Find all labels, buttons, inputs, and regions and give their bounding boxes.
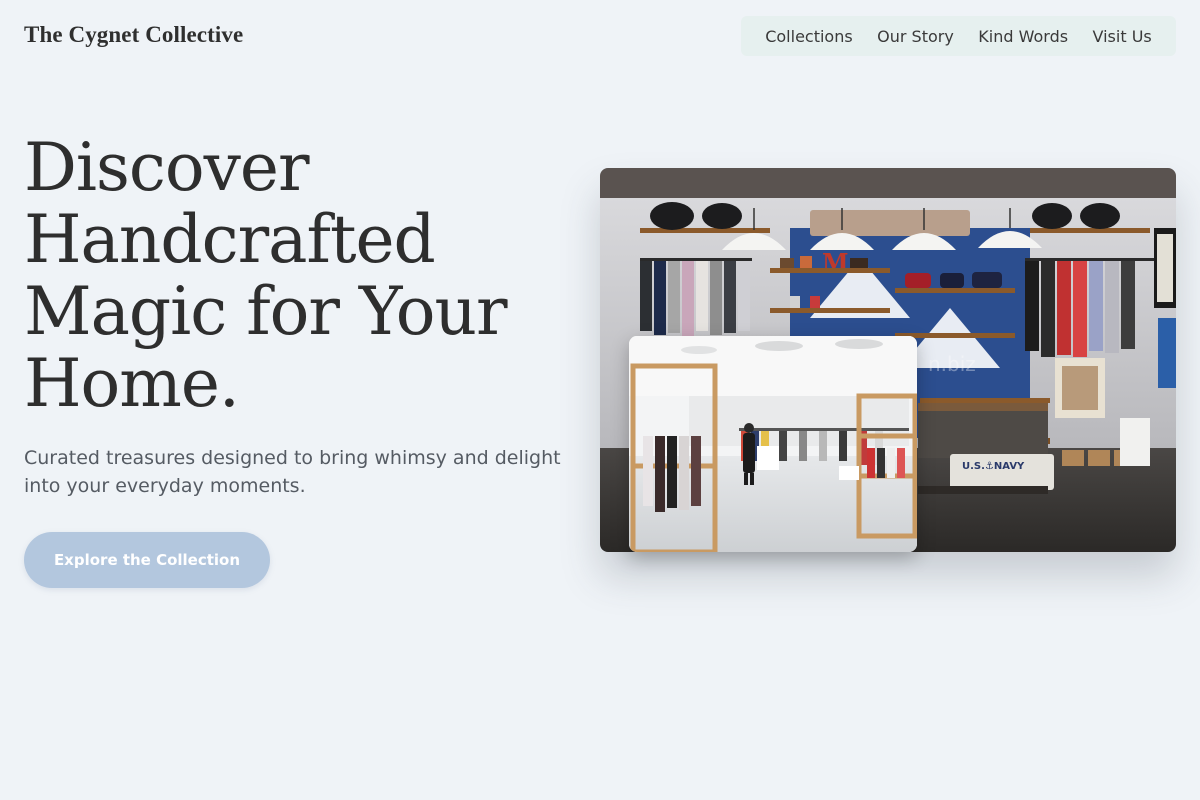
image-watermark: n.biz [928,352,976,376]
hero-subtitle: Curated treasures designed to bring whim… [24,447,561,497]
main-nav: Collections Our Story Kind Words Visit U… [741,16,1176,56]
hero-title-line-2: Handcrafted [24,201,436,278]
nav-link-our-story[interactable]: Our Story [877,27,954,46]
nav-link-kind-words[interactable]: Kind Words [978,27,1068,46]
hero-title-line-3: Magic for Your [24,273,508,350]
hero-title: Discover Handcrafted Magic for Your Home… [24,132,584,420]
hero-title-line-4: Home. [24,345,240,422]
nav-link-collections[interactable]: Collections [765,27,852,46]
nav-link-visit-us[interactable]: Visit Us [1093,27,1152,46]
explore-collection-button[interactable]: Explore the Collection [24,532,270,588]
landing-page: The Cygnet Collective Collections Our St… [0,0,1200,800]
navy-bag-label: U.S.⚓NAVY [962,461,1025,472]
hero-title-line-1: Discover [24,129,310,206]
brand-logo[interactable]: The Cygnet Collective [24,22,243,48]
boutique-interior-image [629,336,917,552]
